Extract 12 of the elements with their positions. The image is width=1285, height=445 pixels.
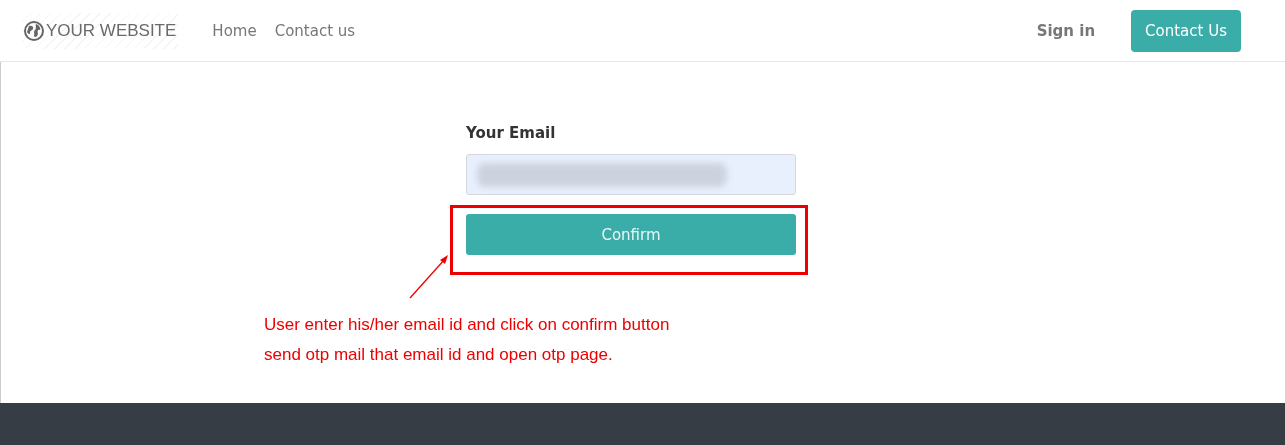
field-label: Your Email xyxy=(466,124,557,142)
annotation-arrow xyxy=(409,255,448,299)
confirm-button[interactable]: Confirm xyxy=(466,214,796,255)
annotation-text: send otp mail that email id and open otp page. xyxy=(264,344,613,366)
email-field[interactable] xyxy=(466,154,796,195)
nav-link[interactable]: Contact us xyxy=(274,21,356,40)
annotation-text: User enter his/her email id and click on confirm button xyxy=(264,314,670,336)
contact-us-button[interactable]: Contact Us xyxy=(1131,9,1241,52)
sign-in-link[interactable]: Sign in xyxy=(1036,21,1096,40)
site-logo[interactable]: YOUR WEBSITE xyxy=(22,12,179,49)
nav-link[interactable]: Home xyxy=(212,21,257,40)
globe-icon xyxy=(24,20,44,41)
